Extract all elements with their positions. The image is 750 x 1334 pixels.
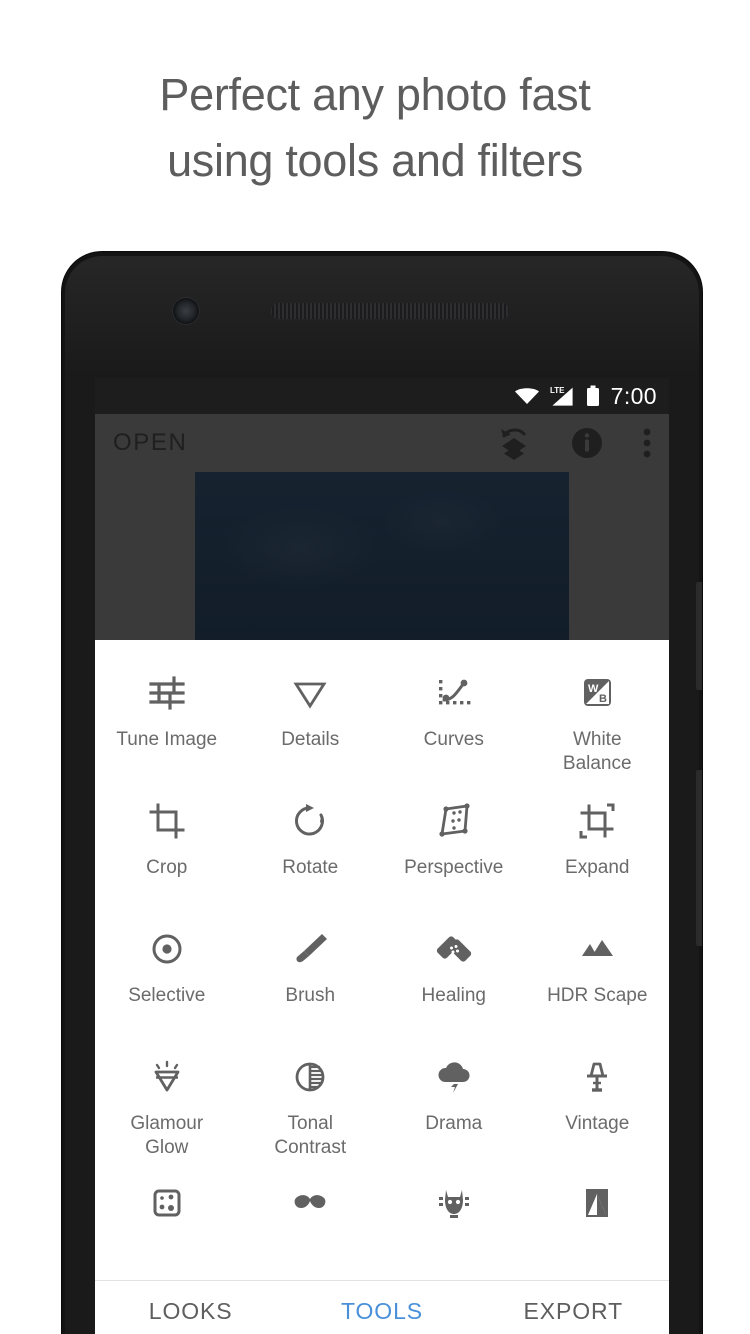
white-balance-icon: W B bbox=[576, 670, 618, 716]
tool-details[interactable]: Details bbox=[239, 666, 383, 794]
tool-rotate[interactable]: Rotate bbox=[239, 794, 383, 922]
tool-perspective[interactable]: Perspective bbox=[382, 794, 526, 922]
volume-button[interactable] bbox=[696, 770, 702, 946]
svg-text:B: B bbox=[599, 693, 607, 705]
svg-text:LTE: LTE bbox=[550, 386, 565, 395]
cellular-signal-icon: LTE bbox=[548, 385, 578, 407]
page-title: Perfect any photo fast using tools and f… bbox=[0, 62, 750, 194]
app-bar-actions bbox=[497, 425, 651, 461]
tool-tune-image[interactable]: Tune Image bbox=[95, 666, 239, 794]
bottom-tab-bar: LOOKS TOOLS EXPORT bbox=[95, 1280, 669, 1334]
triangle-down-icon bbox=[289, 670, 331, 716]
tab-tools[interactable]: TOOLS bbox=[286, 1298, 477, 1325]
tool-healing[interactable]: Healing bbox=[382, 922, 526, 1050]
tool-curves[interactable]: Curves bbox=[382, 666, 526, 794]
tool-retrolux[interactable]: Retrolux bbox=[239, 1178, 383, 1226]
tool-noir[interactable]: Noir bbox=[526, 1178, 670, 1226]
tool-hdr-scape[interactable]: HDR Scape bbox=[526, 922, 670, 1050]
tool-grainy-film[interactable]: Grainy Film bbox=[95, 1178, 239, 1226]
svg-text:W: W bbox=[588, 683, 599, 695]
headline-line-2: using tools and filters bbox=[167, 135, 583, 186]
overflow-menu-icon[interactable] bbox=[643, 428, 651, 458]
tool-label: Expand bbox=[565, 857, 630, 878]
tools-sheet: Tune Image Details Curves W B White Bala… bbox=[95, 640, 669, 1334]
brush-icon bbox=[289, 926, 331, 972]
sliders-icon bbox=[146, 670, 188, 716]
tool-drama[interactable]: Drama bbox=[382, 1050, 526, 1178]
wifi-icon bbox=[514, 386, 540, 406]
tool-glamour-glow[interactable]: Glamour Glow bbox=[95, 1050, 239, 1178]
storm-cloud-icon bbox=[433, 1054, 475, 1100]
tool-label: Details bbox=[281, 729, 340, 750]
healing-bandage-icon bbox=[433, 926, 475, 972]
status-bar-clock: 7:00 bbox=[610, 382, 657, 409]
tool-grunge[interactable]: Grunge bbox=[382, 1178, 526, 1226]
tool-label: Curves bbox=[423, 729, 484, 750]
rotate-icon bbox=[289, 798, 331, 844]
phone-screen: LTE 7:00 OPEN Tune Image Details Curves … bbox=[95, 378, 669, 1334]
expand-icon bbox=[576, 798, 618, 844]
tool-selective[interactable]: Selective bbox=[95, 922, 239, 1050]
grain-dots-icon bbox=[146, 1182, 188, 1224]
grunge-face-icon bbox=[433, 1182, 475, 1224]
front-camera-icon bbox=[173, 298, 199, 324]
tool-label: Crop bbox=[146, 857, 188, 878]
moustache-icon bbox=[289, 1182, 331, 1224]
tab-export[interactable]: EXPORT bbox=[478, 1298, 669, 1325]
tool-label: Glamour Glow bbox=[130, 1113, 204, 1158]
tool-label: Healing bbox=[421, 985, 486, 1006]
tool-label: Vintage bbox=[565, 1113, 630, 1134]
half-circle-contrast-icon bbox=[289, 1054, 331, 1100]
tool-label: HDR Scape bbox=[547, 985, 648, 1006]
crop-icon bbox=[146, 798, 188, 844]
promo-screenshot: Perfect any photo fast using tools and f… bbox=[0, 0, 750, 1334]
tool-brush[interactable]: Brush bbox=[239, 922, 383, 1050]
tool-vintage[interactable]: Vintage bbox=[526, 1050, 670, 1178]
split-square-icon bbox=[576, 1182, 618, 1224]
perspective-icon bbox=[433, 798, 475, 844]
photo-preview-image[interactable] bbox=[195, 472, 569, 640]
tool-label: Perspective bbox=[404, 857, 504, 878]
tool-label: Selective bbox=[128, 985, 206, 1006]
app-bar: OPEN bbox=[95, 414, 669, 472]
curves-icon bbox=[433, 670, 475, 716]
tool-label: White Balance bbox=[562, 729, 632, 774]
tool-expand[interactable]: Expand bbox=[526, 794, 670, 922]
tool-label: Tonal Contrast bbox=[274, 1113, 347, 1158]
diamond-glow-icon bbox=[146, 1054, 188, 1100]
tool-label: Rotate bbox=[282, 857, 339, 878]
undo-stack-icon[interactable] bbox=[497, 425, 531, 461]
info-icon[interactable] bbox=[571, 427, 603, 459]
power-button[interactable] bbox=[696, 582, 702, 690]
status-bar: LTE 7:00 bbox=[95, 378, 669, 414]
tool-label: Tune Image bbox=[116, 729, 218, 750]
battery-icon bbox=[586, 385, 600, 407]
tool-grid: Tune Image Details Curves W B White Bala… bbox=[95, 640, 669, 1280]
tab-looks[interactable]: LOOKS bbox=[95, 1298, 286, 1325]
headline-line-1: Perfect any photo fast bbox=[159, 69, 591, 120]
open-button[interactable]: OPEN bbox=[113, 429, 187, 457]
lamp-icon bbox=[576, 1054, 618, 1100]
tool-white-balance[interactable]: W B White Balance bbox=[526, 666, 670, 794]
tool-label: Brush bbox=[285, 985, 336, 1006]
mountains-icon bbox=[576, 926, 618, 972]
earpiece-speaker-icon bbox=[270, 302, 510, 320]
tool-tonal-contrast[interactable]: Tonal Contrast bbox=[239, 1050, 383, 1178]
phone-mockup: LTE 7:00 OPEN Tune Image Details Curves … bbox=[62, 252, 702, 1334]
tool-label: Drama bbox=[425, 1113, 483, 1134]
photo-preview-area[interactable] bbox=[95, 472, 669, 640]
tool-crop[interactable]: Crop bbox=[95, 794, 239, 922]
selective-target-icon bbox=[146, 926, 188, 972]
